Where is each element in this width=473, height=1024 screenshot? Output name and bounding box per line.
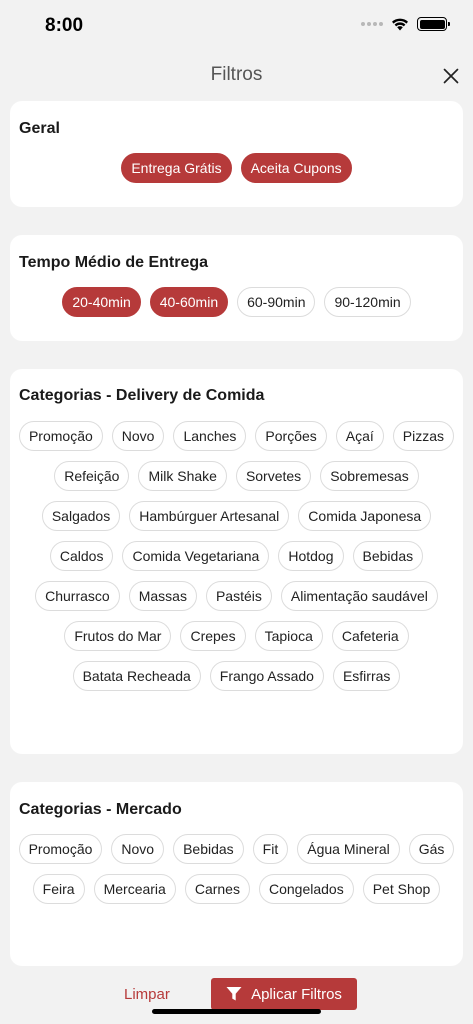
filter-icon: [226, 987, 242, 1001]
filter-chip[interactable]: Novo: [111, 834, 165, 864]
filter-chip[interactable]: Comida Japonesa: [298, 501, 432, 531]
section-tempo-entrega: Tempo Médio de Entrega 20-40min 40-60min 6…: [10, 235, 463, 341]
filter-chip[interactable]: Refeição: [54, 461, 130, 491]
filter-chip[interactable]: Salgados: [41, 501, 121, 531]
apply-filters-label: Aplicar Filtros: [251, 985, 342, 1003]
apply-filters-button[interactable]: Aplicar Filtros: [211, 978, 357, 1010]
filter-chip[interactable]: 20-40min: [62, 287, 141, 317]
filter-chip[interactable]: Lanches: [173, 421, 247, 451]
filter-chip[interactable]: 40-60min: [149, 287, 229, 317]
filter-chip[interactable]: Hambúrguer Artesanal: [129, 501, 290, 531]
filter-chip[interactable]: Comida Vegetariana: [122, 541, 270, 571]
chip-group-delivery-comida: Promoção Novo Lanches Porções Açaí Pizzas Refe…: [18, 421, 455, 691]
filter-chip[interactable]: Crepes: [180, 621, 246, 651]
filter-chip[interactable]: Tapioca: [254, 621, 323, 651]
filter-chip[interactable]: Promoção: [18, 421, 103, 451]
wifi-icon: [392, 18, 408, 31]
filter-chip[interactable]: Frutos do Mar: [64, 621, 172, 651]
section-title-geral: Geral: [19, 120, 60, 137]
section-title-delivery-comida: Categorias - Delivery de Comida: [19, 387, 265, 404]
filter-chip[interactable]: 60-90min: [237, 287, 316, 317]
chip-group-geral: Entrega Grátis Aceita Cupons: [18, 153, 455, 183]
filter-chip[interactable]: Entrega Grátis: [121, 153, 232, 183]
filter-chip[interactable]: Alimentação saudável: [280, 581, 438, 611]
close-button[interactable]: [439, 64, 463, 88]
filter-chip[interactable]: Milk Shake: [138, 461, 227, 491]
filter-chip[interactable]: Sorvetes: [235, 461, 312, 491]
battery-icon: [417, 17, 450, 31]
filter-chip[interactable]: Cafeteria: [331, 621, 409, 651]
filter-chip[interactable]: Churrasco: [35, 581, 120, 611]
filter-chip[interactable]: Mercearia: [93, 874, 176, 904]
filter-chip[interactable]: Batata Recheada: [72, 661, 201, 691]
clear-filters-button[interactable]: Limpar: [124, 986, 170, 1003]
filter-chip[interactable]: 90-120min: [324, 287, 411, 317]
filter-chip[interactable]: Fit: [252, 834, 289, 864]
filter-chip[interactable]: Caldos: [49, 541, 114, 571]
section-title-tempo-entrega: Tempo Médio de Entrega: [19, 254, 209, 271]
filter-chip[interactable]: Massas: [128, 581, 197, 611]
filter-chip[interactable]: Frango Assado: [209, 661, 324, 691]
cellular-signal-icon: [361, 22, 383, 26]
status-icons: [361, 17, 450, 31]
filter-chip[interactable]: Pastéis: [205, 581, 272, 611]
status-time: 8:00: [45, 15, 84, 36]
filter-chip[interactable]: Novo: [111, 421, 165, 451]
filter-chip[interactable]: Bebidas: [352, 541, 424, 571]
filter-chip[interactable]: Hotdog: [278, 541, 344, 571]
filter-chip[interactable]: Esfirras: [332, 661, 401, 691]
filter-chip[interactable]: Promoção: [18, 834, 103, 864]
status-bar: 8:00: [0, 0, 473, 52]
filter-chip[interactable]: Pet Shop: [362, 874, 441, 904]
filter-chip[interactable]: Feira: [32, 874, 85, 904]
filter-chip[interactable]: Açaí: [335, 421, 384, 451]
filter-chip[interactable]: Gás: [408, 834, 455, 864]
filter-chip[interactable]: Pizzas: [392, 421, 455, 451]
filter-chip[interactable]: Bebidas: [173, 834, 244, 864]
section-mercado: Categorias - Mercado Promoção Novo Bebidas…: [10, 782, 463, 966]
section-geral: Geral Entrega Grátis Aceita Cupons: [10, 101, 463, 207]
filter-chip[interactable]: Aceita Cupons: [240, 153, 352, 183]
filter-chip[interactable]: Carnes: [184, 874, 250, 904]
section-title-mercado: Categorias - Mercado: [19, 801, 182, 818]
header: Filtros: [0, 52, 473, 98]
section-delivery-comida: Categorias - Delivery de Comida Promoção…: [10, 369, 463, 754]
page-title: Filtros: [210, 64, 263, 85]
close-icon: [443, 68, 459, 84]
filter-chip[interactable]: Congelados: [258, 874, 354, 904]
chip-group-tempo-entrega: 20-40min 40-60min 60-90min 90-120min: [18, 287, 455, 317]
home-indicator: [152, 1009, 321, 1014]
bottom-action-bar: Limpar Aplicar Filtros: [0, 970, 473, 1024]
chip-group-mercado: Promoção Novo Bebidas Fit Água Mineral Gás Fei…: [18, 834, 455, 904]
filter-chip[interactable]: Porções: [255, 421, 327, 451]
filter-chip[interactable]: Água Mineral: [297, 834, 400, 864]
filter-chip[interactable]: Sobremesas: [320, 461, 419, 491]
